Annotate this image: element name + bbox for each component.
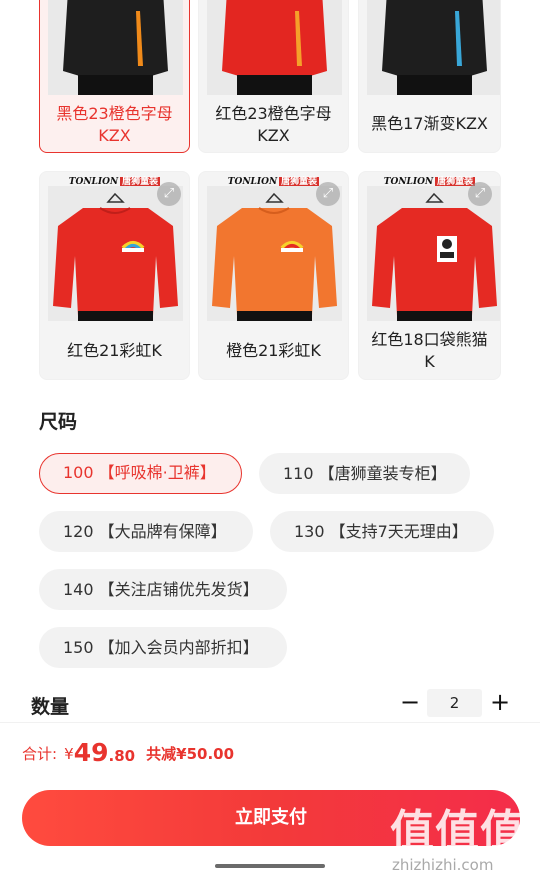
total-label: 合计:: [22, 745, 58, 763]
quantity-input[interactable]: 2: [427, 689, 482, 717]
quantity-plus-button[interactable]: +: [488, 689, 512, 717]
color-option-red-21-rainbow-k[interactable]: TONLION 唐狮童装 ⤢ 红色21彩虹K: [39, 171, 190, 380]
zoom-expand-icon[interactable]: ⤢: [316, 182, 340, 206]
color-option-black-17-gradient-kzx[interactable]: 黑色17渐变KZX: [358, 0, 501, 153]
size-option-130[interactable]: 130 【支持7天无理由】: [270, 511, 494, 552]
red-rainbow-sweatshirt-icon: [48, 186, 183, 321]
discount-total: 共减¥50.00: [146, 745, 235, 763]
product-image-black-sweater-gradient: [367, 0, 500, 95]
color-option-label: 橙色21彩虹K: [226, 341, 321, 360]
zoom-expand-icon[interactable]: ⤢: [468, 182, 492, 206]
color-option-black-23-orange-kzx[interactable]: 黑色23橙色字母 KZX: [39, 0, 190, 153]
color-option-label: 黑色17渐变KZX: [371, 114, 488, 133]
quantity-label: 数量: [31, 696, 70, 718]
red-panda-sweatshirt-icon: [367, 186, 500, 321]
order-total: 合计: ¥49.80 共减¥50.00: [22, 738, 234, 772]
sku-options-scroll-area[interactable]: 黑色23橙色字母 KZX 红色23橙色字母 KZX 黑色17渐变KZX TONL…: [0, 0, 540, 722]
home-indicator[interactable]: [215, 864, 325, 868]
price-integer: 49: [73, 738, 109, 767]
size-option-110[interactable]: 110 【唐狮童装专柜】: [259, 453, 470, 494]
footer-divider: [0, 722, 540, 723]
watermark-url: zhizhizhi.com: [392, 856, 494, 874]
product-image-red-sweater: [207, 0, 342, 95]
color-option-label: 红色18口袋熊猫 K: [371, 330, 488, 371]
color-option-label: 红色23橙色字母 KZX: [215, 104, 332, 145]
color-option-label: 红色21彩虹K: [67, 341, 162, 360]
product-image-red-rainbow: [48, 186, 183, 321]
black-sweatshirt-icon: [48, 0, 183, 95]
product-image-red-panda: [367, 186, 500, 321]
quantity-minus-button[interactable]: −: [398, 689, 422, 717]
zoom-expand-icon[interactable]: ⤢: [157, 182, 181, 206]
product-image-orange-rainbow: [207, 186, 342, 321]
product-image-black-sweater: [48, 0, 183, 95]
black-gradient-sweatshirt-icon: [367, 0, 500, 95]
size-option-150[interactable]: 150 【加入会员内部折扣】: [39, 627, 287, 668]
red-sweatshirt-icon: [207, 0, 342, 95]
color-option-label: 黑色23橙色字母 KZX: [56, 104, 173, 145]
orange-rainbow-sweatshirt-icon: [207, 186, 342, 321]
color-option-red-23-orange-kzx[interactable]: 红色23橙色字母 KZX: [198, 0, 349, 153]
size-option-140[interactable]: 140 【关注店铺优先发货】: [39, 569, 287, 610]
currency-symbol: ¥: [64, 745, 74, 763]
color-option-red-18-pocket-panda-k[interactable]: TONLION 唐狮童装 ⤢ 红色18口袋熊猫 K: [358, 171, 501, 380]
size-section-title: 尺码: [39, 411, 78, 433]
size-option-100[interactable]: 100 【呼吸棉·卫裤】: [39, 453, 242, 494]
size-option-120[interactable]: 120 【大品牌有保障】: [39, 511, 253, 552]
price-decimal: .80: [108, 747, 136, 765]
sku-selector-sheet: 黑色23橙色字母 KZX 红色23橙色字母 KZX 黑色17渐变KZX TONL…: [0, 0, 540, 885]
color-option-orange-21-rainbow-k[interactable]: TONLION 唐狮童装 ⤢ 橙色21彩虹K: [198, 171, 349, 380]
watermark-logo: 值值值: [390, 806, 525, 857]
